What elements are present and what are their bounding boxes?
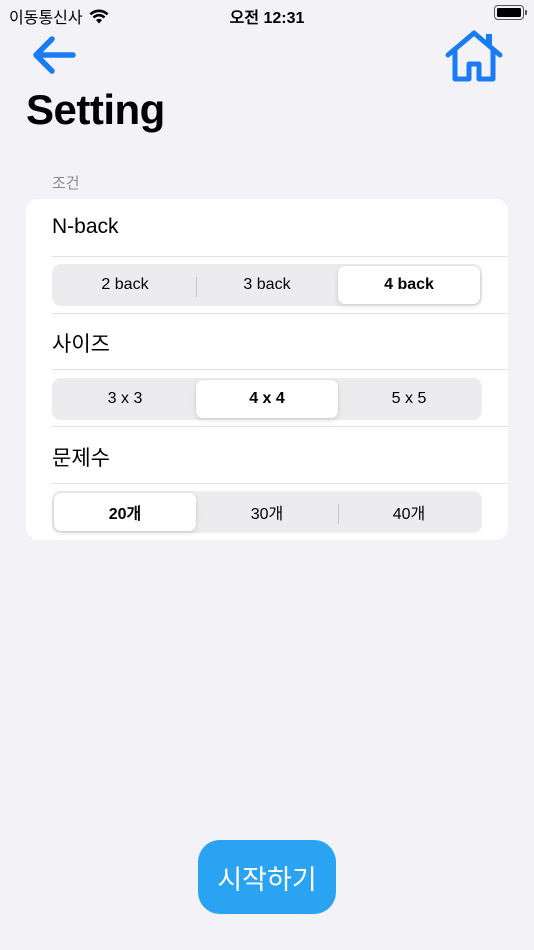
row-label-nback: N-back xyxy=(52,215,119,238)
segment-label: 20개 xyxy=(108,506,142,523)
segment-label: 40개 xyxy=(392,506,426,523)
start-button[interactable]: 시작하기 xyxy=(198,840,336,914)
nback-segmented-control: 2 back 3 back 4 back xyxy=(52,264,482,306)
divider xyxy=(52,369,508,370)
back-button[interactable] xyxy=(28,32,80,78)
arrow-left-icon xyxy=(33,36,76,74)
page-title: Setting xyxy=(26,86,165,133)
row-label-question-count: 문제수 xyxy=(52,447,110,470)
segment-4-back[interactable]: 4 back xyxy=(338,266,480,304)
segment-40[interactable]: 40개 xyxy=(338,493,480,531)
segment-separator xyxy=(196,277,197,297)
start-button-label: 시작하기 xyxy=(217,864,317,895)
segment-label: 3 x 3 xyxy=(107,390,143,407)
segment-2-back[interactable]: 2 back xyxy=(54,266,196,304)
battery-icon xyxy=(494,5,527,20)
section-header: 조건 xyxy=(52,175,80,192)
segment-label: 4 x 4 xyxy=(249,390,285,407)
segment-label: 4 back xyxy=(384,276,434,293)
divider xyxy=(52,313,508,314)
segment-30[interactable]: 30개 xyxy=(196,493,338,531)
segment-20[interactable]: 20개 xyxy=(54,493,196,531)
status-time: 오전 12:31 xyxy=(229,10,305,27)
divider xyxy=(52,483,508,484)
segment-5x5[interactable]: 5 x 5 xyxy=(338,380,480,418)
segment-label: 2 back xyxy=(101,276,149,293)
segment-separator xyxy=(338,504,339,524)
divider xyxy=(52,426,508,427)
segment-label: 30개 xyxy=(250,506,284,523)
segment-3x3[interactable]: 3 x 3 xyxy=(54,380,196,418)
question-count-segmented-control: 20개 30개 40개 xyxy=(52,491,482,533)
divider xyxy=(52,256,508,257)
segment-label: 3 back xyxy=(243,276,291,293)
row-label-size: 사이즈 xyxy=(52,333,110,356)
status-bar: 이동통신사 오전 12:31 xyxy=(0,0,534,28)
segment-label: 5 x 5 xyxy=(391,390,427,407)
segment-3-back[interactable]: 3 back xyxy=(196,266,338,304)
segment-4x4[interactable]: 4 x 4 xyxy=(196,380,338,418)
house-icon xyxy=(445,30,503,82)
home-button[interactable] xyxy=(443,28,505,84)
settings-card: N-back 2 back 3 back 4 back 사이즈 3 x 3 4 … xyxy=(26,199,508,540)
size-segmented-control: 3 x 3 4 x 4 5 x 5 xyxy=(52,378,482,420)
